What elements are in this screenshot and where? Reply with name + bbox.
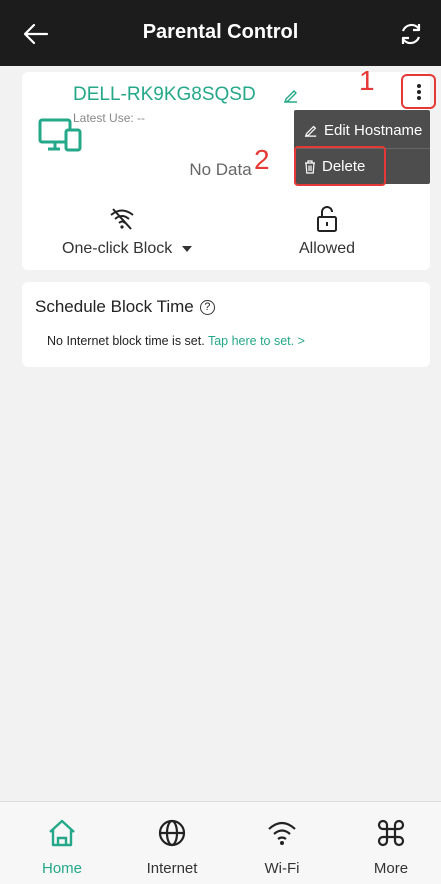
- tap-here-label: Tap here to set.: [207, 334, 295, 348]
- tap-here-link[interactable]: Tap here to set. >: [208, 334, 305, 348]
- wifi-off-icon[interactable]: [109, 207, 135, 236]
- latest-use-text: Latest Use: --: [73, 111, 146, 125]
- nav-home[interactable]: Home: [17, 802, 107, 884]
- unlock-icon[interactable]: [316, 205, 338, 238]
- caret-down-icon: [182, 246, 193, 252]
- wifi-icon: [268, 821, 296, 845]
- annotation-number-1: 1: [359, 65, 375, 96]
- nav-more[interactable]: More: [346, 802, 436, 884]
- annotation-box-2: [294, 146, 386, 186]
- refresh-icon: [401, 23, 421, 45]
- schedule-title: Schedule Block Time: [35, 297, 194, 316]
- nav-internet[interactable]: Internet: [127, 802, 217, 884]
- nav-wifi[interactable]: Wi-Fi: [237, 802, 327, 884]
- annotation-box-1: [401, 74, 436, 109]
- one-click-block-dropdown[interactable]: One-click Block: [62, 240, 193, 258]
- nav-home-label: Home: [41, 860, 82, 877]
- command-icon: [377, 819, 405, 847]
- edit-name-icon[interactable]: [283, 87, 299, 108]
- allowed-status: Allowed: [299, 240, 356, 257]
- schedule-card: [22, 282, 430, 367]
- one-click-block-label: One-click Block: [62, 240, 173, 257]
- annotation-number-2: 2: [254, 144, 270, 175]
- refresh-button[interactable]: [391, 14, 431, 54]
- edit-hostname-label: Edit Hostname: [324, 121, 423, 139]
- bottom-navigation: Home Internet Wi-Fi More: [0, 801, 441, 884]
- home-icon: [49, 819, 75, 847]
- globe-icon: [158, 819, 186, 847]
- nav-more-label: More: [373, 860, 409, 877]
- schedule-title-row: Schedule Block Time ?: [35, 297, 215, 317]
- nav-internet-label: Internet: [146, 860, 198, 877]
- nav-wifi-label: Wi-Fi: [264, 860, 300, 877]
- help-icon[interactable]: ?: [199, 299, 215, 315]
- chevron-right-icon: >: [297, 334, 305, 348]
- schedule-message-row: No Internet block time is set. Tap here …: [47, 334, 305, 348]
- page-title: Parental Control: [142, 21, 299, 43]
- top-bar: Parental Control: [0, 0, 441, 66]
- pencil-icon: [304, 125, 317, 137]
- edit-hostname-menu-item[interactable]: Edit Hostname: [294, 112, 430, 148]
- schedule-message: No Internet block time is set.: [47, 334, 205, 348]
- device-name: DELL-RK9KG8SQSD: [73, 84, 256, 105]
